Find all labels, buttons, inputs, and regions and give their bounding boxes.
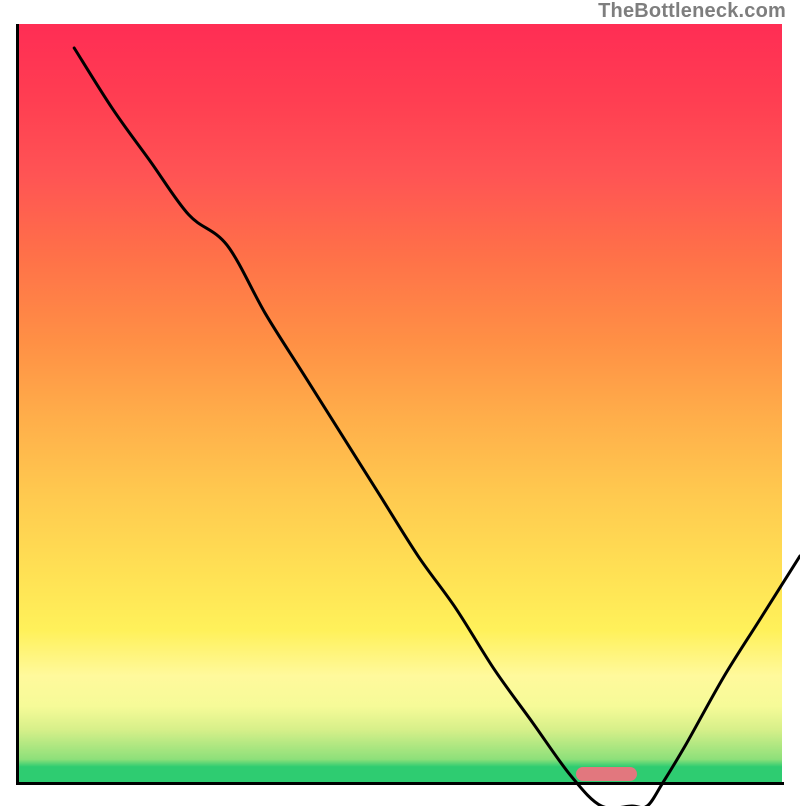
- curve-layer: [36, 48, 800, 806]
- x-axis: [16, 782, 784, 785]
- bottleneck-curve: [74, 48, 800, 806]
- y-axis: [16, 24, 19, 784]
- chart-frame: [18, 24, 782, 782]
- optimal-zone-marker: [576, 767, 637, 781]
- attribution-label: TheBottleneck.com: [598, 0, 786, 23]
